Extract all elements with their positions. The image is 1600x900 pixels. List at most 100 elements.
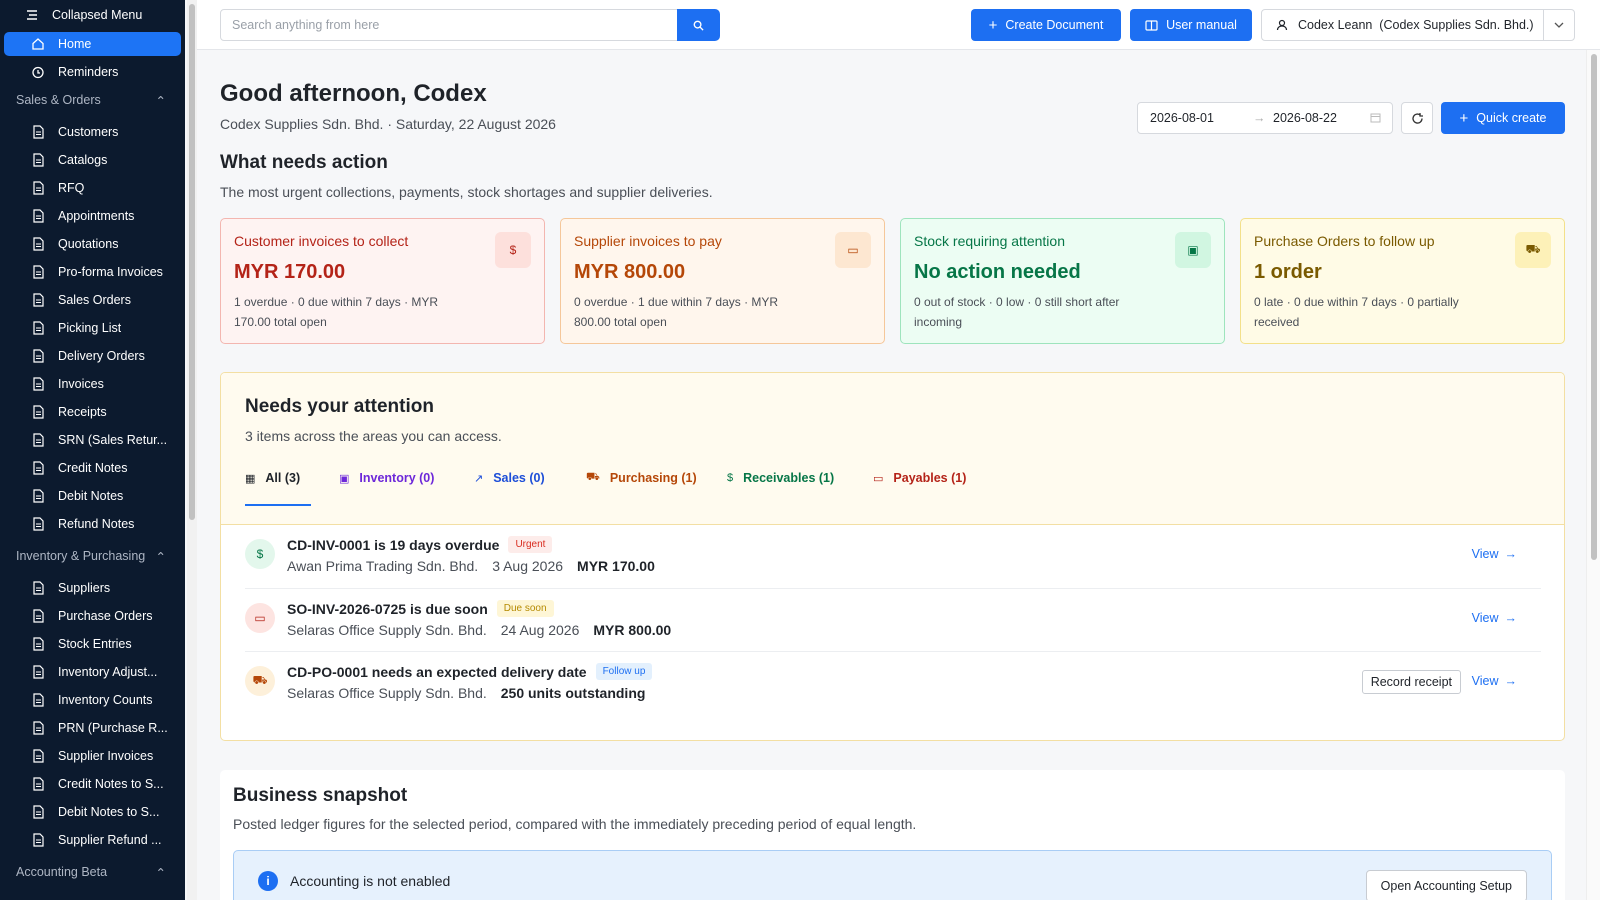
sidebar-item-invoices[interactable]: Invoices <box>4 372 181 396</box>
sidebar-item-label: Inventory Adjust... <box>58 665 158 679</box>
sidebar-item-quotations[interactable]: Quotations <box>4 232 181 256</box>
attention-subtitle: 3 items across the areas you can access. <box>245 428 502 444</box>
chevron-up-icon: ⌃ <box>155 865 166 880</box>
main-scrollbar[interactable] <box>1586 50 1600 900</box>
refresh-button[interactable] <box>1401 102 1433 134</box>
sidebar-item-catalogs[interactable]: Catalogs <box>4 148 181 172</box>
plus-icon: + <box>988 16 998 34</box>
tab-all[interactable]: ▦ All (3) <box>245 468 300 488</box>
sidebar-item-debit-notes[interactable]: Debit Notes <box>4 484 181 508</box>
sidebar-item-label: Sales Orders <box>58 293 131 307</box>
search-input[interactable]: Search anything from here <box>220 9 678 41</box>
sidebar-item-customers[interactable]: Customers <box>4 120 181 144</box>
search-icon <box>693 20 704 31</box>
quick-create-button[interactable]: + Quick create <box>1441 102 1565 134</box>
document-icon <box>30 720 46 736</box>
action-card[interactable]: Customer invoices to collect MYR 170.00 1 … <box>220 218 545 344</box>
tab-payables[interactable]: ▭ Payables (1) <box>873 468 966 488</box>
attention-row: ▭ SO-INV-2026-0725 is due soon Due soon Sel… <box>245 588 1541 651</box>
action-card[interactable]: Supplier invoices to pay MYR 800.00 0 over… <box>560 218 885 344</box>
book-icon <box>1145 19 1158 31</box>
document-icon <box>30 208 46 224</box>
row-party: Selaras Office Supply Sdn. Bhd. <box>287 685 487 701</box>
date-to[interactable]: 2026-08-22 <box>1273 111 1337 125</box>
section-inventory-purchasing[interactable]: Inventory & Purchasing ⌃ <box>16 546 166 566</box>
sidebar-item-rfq[interactable]: RFQ <box>4 176 181 200</box>
sidebar-item-receipts[interactable]: Receipts <box>4 400 181 424</box>
search-button[interactable] <box>677 9 720 41</box>
sidebar-item-appointments[interactable]: Appointments <box>4 204 181 228</box>
row-title: CD-INV-0001 is 19 days overdue <box>287 536 500 553</box>
sidebar-item-refund-notes[interactable]: Refund Notes <box>4 512 181 536</box>
user-menu[interactable]: Codex Leann (Codex Supplies Sdn. Bhd.) <box>1261 9 1544 41</box>
user-manual-button[interactable]: User manual <box>1130 9 1252 41</box>
card-description: 0 late · 0 due within 7 days · 0 partial… <box>1254 295 1459 329</box>
card-title: Customer invoices to collect <box>234 233 409 249</box>
menu-icon <box>27 10 37 20</box>
chevron-down-icon <box>1554 22 1564 28</box>
open-accounting-setup-button[interactable]: Open Accounting Setup <box>1365 870 1527 900</box>
row-party: Selaras Office Supply Sdn. Bhd. <box>287 622 487 638</box>
sidebar-item-home[interactable]: Home <box>4 32 181 56</box>
row-party: Awan Prima Trading Sdn. Bhd. <box>287 558 479 574</box>
user-dropdown-button[interactable] <box>1543 9 1575 41</box>
tab-sales[interactable]: ↗ Sales (0) <box>474 468 545 488</box>
attention-header: Needs your attention 3 items across the … <box>221 373 1564 525</box>
sidebar-item-supplier-refund[interactable]: Supplier Refund ... <box>4 828 181 852</box>
view-link[interactable]: View → <box>1472 547 1517 561</box>
record-receipt-button[interactable]: Record receipt <box>1361 670 1461 694</box>
chevron-up-icon: ⌃ <box>155 549 166 564</box>
section-label: Sales & Orders <box>16 93 101 107</box>
arrow-right-icon: → <box>1253 111 1266 125</box>
sidebar-item-label: Delivery Orders <box>58 349 145 363</box>
document-icon <box>30 804 46 820</box>
section-label: Accounting Beta <box>16 865 108 879</box>
date-range-picker[interactable]: 2026-08-01 → 2026-08-22 <box>1137 102 1393 134</box>
sidebar-item-credit-notes-to-s[interactable]: Credit Notes to S... <box>4 772 181 796</box>
sidebar-item-credit-notes[interactable]: Credit Notes <box>4 456 181 480</box>
sidebar-item-reminders[interactable]: Reminders <box>4 60 181 84</box>
sidebar-item-supplier-invoices[interactable]: Supplier Invoices <box>4 744 181 768</box>
sidebar-item-delivery-orders[interactable]: Delivery Orders <box>4 344 181 368</box>
action-card[interactable]: Purchase Orders to follow up 1 order 0 lat… <box>1240 218 1565 344</box>
sidebar-item-label: Quotations <box>58 237 119 251</box>
sidebar-item-inventory-adjust[interactable]: Inventory Adjust... <box>4 660 181 684</box>
row-title: SO-INV-2026-0725 is due soon <box>287 600 488 617</box>
view-link[interactable]: View → <box>1472 611 1517 625</box>
credit-card-icon: ▭ <box>873 472 884 485</box>
sidebar-item-label: Supplier Invoices <box>58 749 154 763</box>
document-icon <box>30 636 46 652</box>
sidebar-item-picking-list[interactable]: Picking List <box>4 316 181 340</box>
row-amount: MYR 170.00 <box>577 558 655 574</box>
action-card[interactable]: Stock requiring attention No action neede… <box>900 218 1225 344</box>
sidebar-item-pro-forma-invoices[interactable]: Pro-forma Invoices <box>4 260 181 284</box>
document-icon <box>30 152 46 168</box>
sidebar-item-inventory-counts[interactable]: Inventory Counts <box>4 688 181 712</box>
tab-purchasing[interactable]: ⛟ Purchasing (1) <box>586 468 697 488</box>
tab-label: Inventory (0) <box>359 471 435 485</box>
chevron-up-icon: ⌃ <box>155 93 166 108</box>
user-icon <box>1276 19 1288 31</box>
sidebar-item-stock-entries[interactable]: Stock Entries <box>4 632 181 656</box>
section-title-action: What needs action <box>220 152 388 173</box>
view-link[interactable]: View → <box>1472 674 1517 688</box>
date-from[interactable]: 2026-08-01 <box>1150 111 1214 125</box>
document-icon <box>30 124 46 140</box>
section-accounting-beta[interactable]: Accounting Beta ⌃ <box>16 862 166 882</box>
sidebar-item-srn-sales-retur[interactable]: SRN (Sales Retur... <box>4 428 181 452</box>
sidebar-item-sales-orders[interactable]: Sales Orders <box>4 288 181 312</box>
sidebar-scrollbar[interactable] <box>187 0 197 900</box>
create-document-button[interactable]: + Create Document <box>971 9 1121 41</box>
document-icon <box>30 832 46 848</box>
sidebar-item-prn-purchase-r[interactable]: PRN (Purchase R... <box>4 716 181 740</box>
document-icon <box>30 320 46 336</box>
sidebar-item-suppliers[interactable]: Suppliers <box>4 576 181 600</box>
sidebar-item-debit-notes-to-s[interactable]: Debit Notes to S... <box>4 800 181 824</box>
sidebar-item-purchase-orders[interactable]: Purchase Orders <box>4 604 181 628</box>
tab-receivables[interactable]: $ Receivables (1) <box>727 468 834 488</box>
collapse-menu-toggle[interactable]: Collapsed Menu <box>26 8 142 22</box>
sidebar-item-label: Debit Notes <box>58 489 124 503</box>
section-sales-orders[interactable]: Sales & Orders ⌃ <box>16 90 166 110</box>
row-date: 3 Aug 2026 <box>492 558 564 574</box>
tab-inventory[interactable]: ▣ Inventory (0) <box>339 468 434 488</box>
